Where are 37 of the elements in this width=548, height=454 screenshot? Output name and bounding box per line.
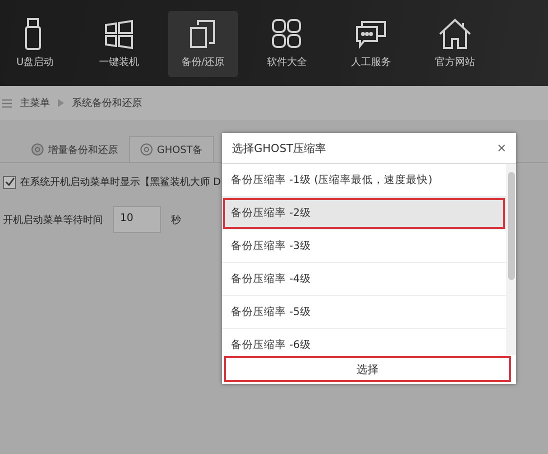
compression-option[interactable]: 备份压缩率 -3级 xyxy=(222,230,506,263)
disc-icon xyxy=(31,143,44,156)
nav-item[interactable]: 一键装机 xyxy=(84,11,154,77)
compression-option[interactable]: 备份压缩率 -5级 xyxy=(222,296,506,329)
nav-item[interactable]: U盘启动 xyxy=(0,11,70,77)
select-button[interactable]: 选择 xyxy=(224,356,511,382)
disc-icon xyxy=(140,143,153,156)
tab[interactable]: 增量备份和还原 xyxy=(20,136,129,162)
nav-label: 一键装机 xyxy=(99,56,139,69)
checkbox-label: 在系统开机启动菜单时显示【黑鲨装机大师 D xyxy=(20,176,221,189)
house-icon xyxy=(438,17,472,51)
compression-option[interactable]: 备份压缩率 -2级 xyxy=(222,197,506,230)
menu-icon[interactable] xyxy=(2,98,12,108)
nav-label: 人工服务 xyxy=(351,56,391,69)
compression-option[interactable]: 备份压缩率 -1级 (压缩率最低，速度最快) xyxy=(222,164,506,197)
close-button[interactable]: × xyxy=(497,140,506,156)
nav-item[interactable]: 软件大全 xyxy=(252,11,322,77)
nav-item[interactable]: 备份/还原 xyxy=(168,11,238,77)
windows-icon xyxy=(102,17,136,51)
nav-label: 软件大全 xyxy=(267,56,307,69)
nav-label: 备份/还原 xyxy=(181,56,225,69)
wait-time-label: 开机启动菜单等待时间 xyxy=(3,214,103,226)
wait-time-field[interactable]: 10 xyxy=(113,206,161,233)
tab[interactable]: GHOST备 xyxy=(129,136,214,162)
checkbox[interactable] xyxy=(3,176,16,188)
dialog-title: 选择GHOST压缩率 xyxy=(232,140,326,156)
unit-label: 秒 xyxy=(171,214,181,226)
nav-label: U盘启动 xyxy=(16,56,54,69)
nav-label: 官方网站 xyxy=(435,56,475,69)
scrollbar[interactable] xyxy=(506,164,516,355)
nav-item[interactable]: 人工服务 xyxy=(336,11,406,77)
grid-icon xyxy=(270,17,304,51)
chevron-icon xyxy=(58,99,64,107)
compression-option[interactable]: 备份压缩率 -4级 xyxy=(222,263,506,296)
breadcrumb-current: 系统备份和还原 xyxy=(72,96,142,110)
nav-item[interactable]: 官方网站 xyxy=(420,11,490,77)
breadcrumb-link[interactable]: 主菜单 xyxy=(20,96,50,110)
